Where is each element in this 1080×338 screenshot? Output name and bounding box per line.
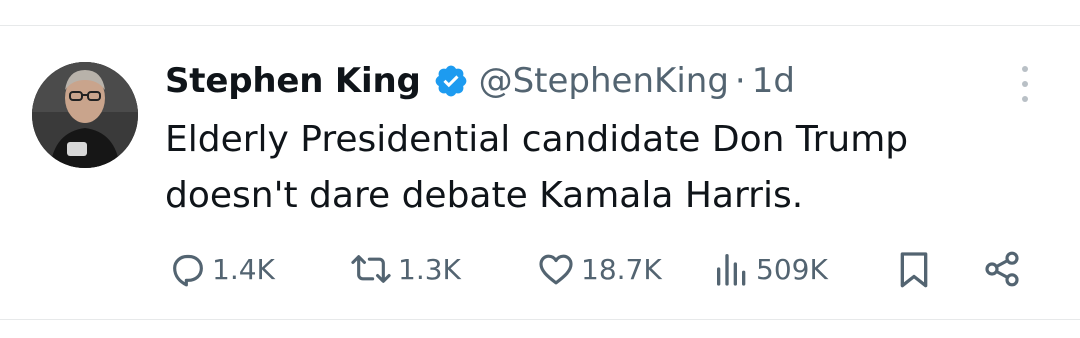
repost-count: 1.3K	[398, 252, 461, 286]
views-icon	[717, 254, 746, 286]
reply-icon	[173, 254, 203, 287]
share-icon	[985, 251, 1019, 287]
author-name[interactable]: Stephen King	[165, 61, 421, 101]
like-button[interactable]: 18.7K	[535, 244, 662, 294]
timestamp[interactable]: 1d	[752, 61, 795, 101]
repost-icon	[351, 255, 391, 283]
more-dot	[1022, 66, 1028, 72]
reply-count: 1.4K	[212, 252, 275, 286]
tweet-header: Stephen King @StephenKing · 1d	[165, 56, 795, 106]
tweet-text: Elderly Presidential candidate Don Trump…	[165, 119, 909, 216]
tweet[interactable]: Stephen King @StephenKing · 1d Elderly P…	[0, 26, 1080, 319]
views-count: 509K	[756, 252, 828, 286]
bookmark-icon	[900, 252, 928, 288]
verified-badge-icon	[435, 65, 466, 97]
avatar[interactable]	[32, 62, 138, 168]
separator-dot: ·	[734, 61, 746, 101]
share-button[interactable]	[980, 244, 1024, 294]
more-icon[interactable]	[1010, 66, 1040, 102]
views-button[interactable]: 509K	[712, 244, 828, 294]
bottom-divider	[0, 319, 1080, 320]
like-icon	[539, 254, 573, 285]
like-count: 18.7K	[581, 252, 662, 286]
avatar-image	[32, 62, 138, 168]
author-handle[interactable]: @StephenKing	[479, 61, 729, 101]
more-dot	[1022, 81, 1028, 87]
bookmark-button[interactable]	[894, 244, 934, 294]
reply-button[interactable]: 1.4K	[168, 244, 275, 294]
more-dot	[1022, 96, 1028, 102]
repost-button[interactable]: 1.3K	[348, 244, 461, 294]
action-bar: 1.4K 1.3K 18.7K 509K	[0, 244, 1080, 294]
